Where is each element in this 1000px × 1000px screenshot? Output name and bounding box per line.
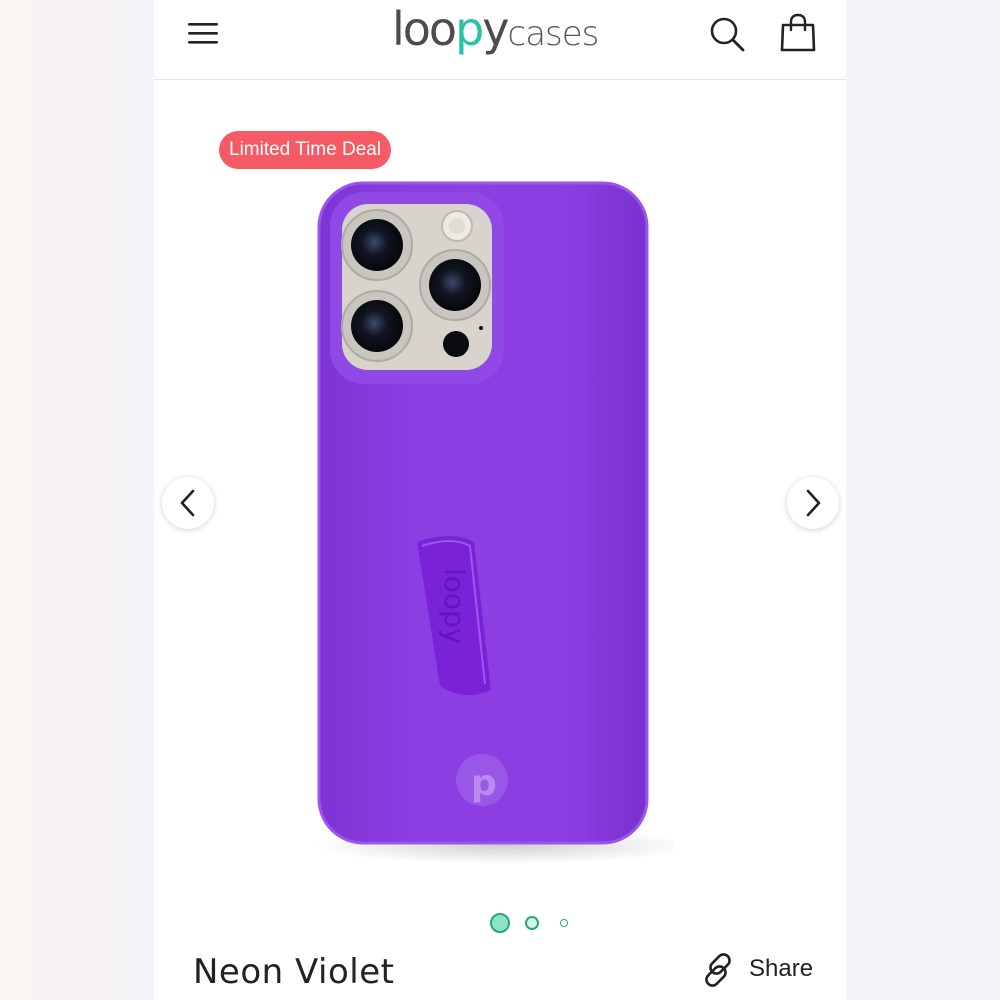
product-title: Neon Violet bbox=[193, 952, 395, 992]
gallery-dot-3[interactable] bbox=[560, 919, 568, 927]
next-image-button[interactable] bbox=[787, 477, 839, 529]
shopping-bag-icon[interactable] bbox=[778, 12, 818, 54]
chevron-left-icon bbox=[180, 489, 195, 517]
previous-image-button[interactable] bbox=[162, 477, 214, 529]
product-page: loopycases Limited Time Deal loopy p Neo… bbox=[154, 0, 846, 1000]
chevron-right-icon bbox=[806, 489, 821, 517]
gallery-dot-1-active[interactable] bbox=[490, 913, 510, 933]
hamburger-menu-icon[interactable] bbox=[186, 18, 220, 48]
svg-text:p: p bbox=[471, 763, 497, 804]
loopy-cases-logo[interactable]: loopycases bbox=[392, 2, 599, 62]
share-label: Share bbox=[749, 955, 814, 982]
svg-text:loopy: loopy bbox=[438, 568, 471, 644]
search-icon[interactable] bbox=[707, 14, 747, 54]
gallery-dot-2[interactable] bbox=[525, 916, 539, 930]
phone-case-image[interactable]: loopy p bbox=[314, 178, 674, 878]
site-header: loopycases bbox=[154, 0, 846, 80]
link-icon bbox=[705, 953, 731, 987]
limited-time-deal-badge: Limited Time Deal bbox=[219, 131, 392, 169]
